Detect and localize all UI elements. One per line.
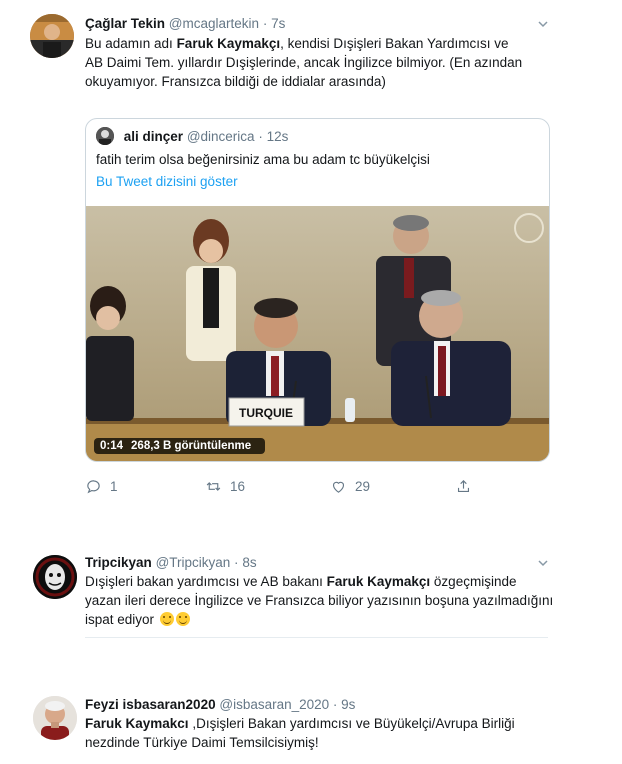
quoted-display-name[interactable]: ali dinçer bbox=[124, 129, 183, 144]
text-segment: Dışişleri bakan yardımcısı ve AB bakanı bbox=[85, 574, 327, 589]
heart-icon bbox=[332, 481, 345, 493]
quoted-tweet-header: ali dinçer @dincerica · 12s bbox=[96, 127, 288, 145]
bold-name: Faruk Kaymakçı bbox=[326, 574, 431, 589]
share-icon bbox=[457, 480, 470, 493]
timestamp[interactable]: 7s bbox=[271, 16, 285, 31]
display-name[interactable]: Çağlar Tekin bbox=[85, 16, 165, 31]
separator-dot: · bbox=[234, 555, 239, 570]
display-name[interactable]: Feyzi isbasaran2020 bbox=[85, 697, 216, 712]
separator-dot: · bbox=[262, 16, 268, 31]
like-button[interactable]: 29 bbox=[330, 478, 370, 495]
retweet-count: 16 bbox=[230, 479, 246, 494]
separator-dot: · bbox=[332, 697, 338, 712]
video-view-count: 268,3 B görüntülenme bbox=[131, 440, 252, 452]
tweet-header: Tripcikyan @Tripcikyan · 8s bbox=[85, 555, 257, 570]
quoted-tweet[interactable]: ali dinçer @dincerica · 12s fatih terim … bbox=[85, 118, 550, 462]
text-segment: Bu adamın adı bbox=[85, 36, 177, 51]
divider bbox=[85, 637, 548, 638]
reply-icon bbox=[87, 480, 100, 494]
timestamp[interactable]: 8s bbox=[242, 555, 256, 570]
video-player[interactable]: TURQUIE 0:14 268,3 B görüntülenme bbox=[86, 206, 549, 461]
avatar-image bbox=[33, 696, 77, 740]
avatar[interactable] bbox=[30, 14, 74, 58]
retweet-button[interactable]: 16 bbox=[205, 478, 245, 495]
reply-button[interactable]: 1 bbox=[85, 478, 118, 495]
avatar-image bbox=[33, 555, 77, 599]
tweet-2[interactable]: Tripcikyan @Tripcikyan · 8s Dışişleri ba… bbox=[0, 545, 622, 645]
quoted-timestamp[interactable]: 12s bbox=[267, 129, 289, 144]
handle[interactable]: @isbasaran_2020 bbox=[219, 697, 329, 712]
reply-count: 1 bbox=[110, 479, 118, 494]
chevron-down-icon[interactable] bbox=[537, 18, 551, 32]
quoted-handle[interactable]: @dincerica bbox=[187, 129, 255, 144]
tweet-3[interactable]: Feyzi isbasaran2020 @isbasaran_2020 · 9s… bbox=[0, 690, 622, 764]
tweet-actions: 1 16 29 bbox=[85, 478, 505, 498]
handle[interactable]: @mcaglartekin bbox=[169, 16, 259, 31]
avatar[interactable] bbox=[33, 696, 77, 740]
quoted-text: fatih terim olsa beğenirsiniz ama bu ada… bbox=[96, 152, 430, 167]
tweet-header: Çağlar Tekin @mcaglartekin · 7s bbox=[85, 16, 285, 31]
tweet-1[interactable]: Çağlar Tekin @mcaglartekin · 7s Bu adamı… bbox=[0, 0, 622, 520]
timestamp[interactable]: 9s bbox=[341, 697, 355, 712]
smile-emoji-icon bbox=[159, 612, 174, 626]
avatar[interactable] bbox=[33, 555, 77, 599]
share-button[interactable] bbox=[455, 478, 472, 495]
avatar-image bbox=[30, 14, 74, 58]
chevron-down-icon[interactable] bbox=[537, 557, 551, 571]
tweet-text: Bu adamın adı Faruk Kaymakçı, kendisi Dı… bbox=[85, 34, 525, 91]
bold-name: Faruk Kaymakçı bbox=[176, 36, 281, 51]
display-name[interactable]: Tripcikyan bbox=[85, 555, 152, 570]
smile-emoji-icon bbox=[175, 612, 190, 626]
separator-dot: · bbox=[258, 129, 263, 144]
handle[interactable]: @Tripcikyan bbox=[156, 555, 231, 570]
tweet-text: Faruk Kaymakcı ,Dışişleri Bakan yardımcı… bbox=[85, 714, 545, 752]
video-duration: 0:14 bbox=[100, 440, 124, 452]
video-info-badge: 0:14 268,3 B görüntülenme bbox=[94, 438, 266, 454]
show-thread-link[interactable]: Bu Tweet dizisini göster bbox=[96, 174, 238, 189]
video-frame: TURQUIE bbox=[86, 206, 549, 461]
tweet-header: Feyzi isbasaran2020 @isbasaran_2020 · 9s bbox=[85, 697, 355, 712]
tweet-text: Dışişleri bakan yardımcısı ve AB bakanı … bbox=[85, 572, 555, 629]
nameplate-text: TURQUIE bbox=[239, 406, 293, 420]
like-count: 29 bbox=[355, 479, 371, 494]
retweet-icon bbox=[206, 482, 221, 491]
quoted-avatar bbox=[96, 127, 114, 145]
bold-name: Faruk Kaymakcı bbox=[85, 716, 189, 731]
